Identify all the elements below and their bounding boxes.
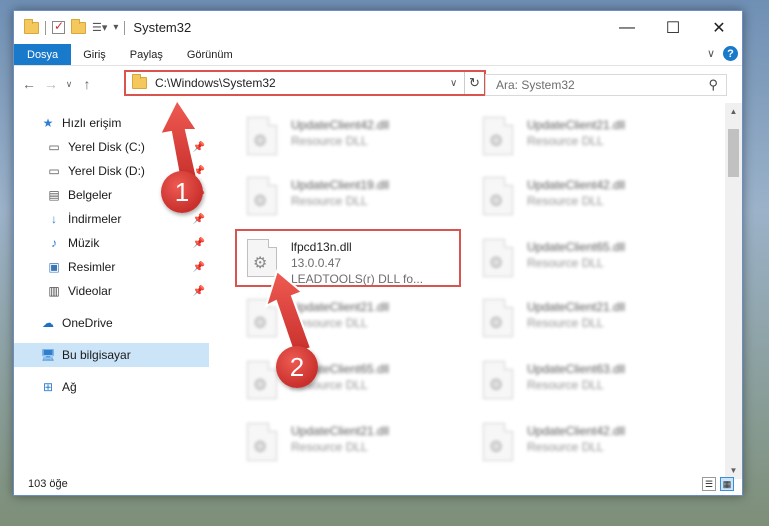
drive-icon: ▭ xyxy=(48,164,60,178)
address-dropdown-icon[interactable]: ∨ xyxy=(450,78,464,89)
search-input[interactable]: Ara: System32 ⚲ xyxy=(485,74,727,96)
list-item[interactable]: ⚙ UpdateClient63.dll Resource DLL xyxy=(475,353,701,411)
nav-music[interactable]: ♪ Müzik 📌 xyxy=(14,231,209,255)
main-body: ★ Hızlı erişim ▭ Yerel Disk (C:) 📌 ▭ Yer… xyxy=(14,103,742,479)
list-item[interactable]: ⚙ UpdateClient21.dll Resource DLL xyxy=(475,109,701,167)
status-bar: 103 öğe ☰ ▦ xyxy=(14,473,742,495)
nav-videos[interactable]: ▥ Videolar 📌 xyxy=(14,279,209,303)
item-count: 103 öğe xyxy=(28,478,68,490)
folder-icon xyxy=(132,74,147,89)
file-highlight-box xyxy=(235,229,461,287)
search-placeholder: Ara: System32 xyxy=(496,78,575,92)
quick-access-toolbar: ☰▾ ▾ xyxy=(14,18,126,35)
list-item[interactable]: ⚙ UpdateClient21.dll Resource DLL xyxy=(475,291,701,349)
list-item[interactable]: ⚙ UpdateClient65.dll Resource DLL xyxy=(239,353,465,411)
nav-onedrive[interactable]: ☁ OneDrive xyxy=(14,311,209,335)
nav-this-pc[interactable]: 🖥 Bu bilgisayar xyxy=(14,343,209,367)
nav-quick-access[interactable]: ★ Hızlı erişim xyxy=(14,111,209,135)
details-view-icon[interactable]: ☰ xyxy=(702,477,716,491)
list-item[interactable]: ⚙ UpdateClient21.dll Resource DLL xyxy=(239,291,465,349)
dll-file-icon: ⚙ xyxy=(489,133,504,150)
dll-file-icon: ⚙ xyxy=(489,193,504,210)
pin-icon[interactable]: 📌 xyxy=(193,238,205,249)
close-button[interactable]: ✕ xyxy=(696,11,742,44)
pin-icon[interactable]: 📌 xyxy=(193,286,205,297)
downloads-icon: ↓ xyxy=(51,212,57,226)
dll-file-icon: ⚙ xyxy=(253,315,268,332)
scroll-up-icon[interactable]: ▲ xyxy=(725,103,742,120)
list-item[interactable]: ⚙ UpdateClient42.dll Resource DLL xyxy=(475,169,701,227)
expand-ribbon-icon[interactable]: ∨ xyxy=(707,47,715,60)
step-2-badge: 2 xyxy=(276,346,318,388)
pin-icon[interactable]: 📌 xyxy=(193,142,205,153)
network-icon: ⊞ xyxy=(42,380,54,394)
list-item[interactable]: ⚙ UpdateClient21.dll Resource DLL xyxy=(239,415,465,473)
address-bar[interactable]: C:\Windows\System32 ∨ ↻ xyxy=(124,70,486,96)
tiles-view-icon[interactable]: ▦ xyxy=(720,477,734,491)
pictures-icon: ▣ xyxy=(48,260,60,274)
dll-file-icon: ⚙ xyxy=(489,255,504,272)
window-controls: — ☐ ✕ xyxy=(604,11,742,44)
dll-file-icon: ⚙ xyxy=(489,439,504,456)
title-bar: ☰▾ ▾ System32 — ☐ ✕ xyxy=(14,11,742,44)
back-icon[interactable]: ← xyxy=(18,76,40,92)
window-title: System32 xyxy=(133,20,192,35)
explorer-window: ☰▾ ▾ System32 — ☐ ✕ Dosya Giriş Paylaş G… xyxy=(13,10,743,496)
scroll-thumb[interactable] xyxy=(728,129,739,177)
list-item[interactable]: ⚙ UpdateClient42.dll Resource DLL xyxy=(475,415,701,473)
nav-local-disk-c[interactable]: ▭ Yerel Disk (C:) 📌 xyxy=(14,135,209,159)
dll-file-icon: ⚙ xyxy=(253,133,268,150)
help-icon[interactable]: ? xyxy=(723,46,738,61)
file-list: ⚙ UpdateClient42.dll Resource DLL ⚙ Updat… xyxy=(209,103,742,479)
maximize-button[interactable]: ☐ xyxy=(650,11,696,44)
pin-icon[interactable]: 📌 xyxy=(193,214,205,225)
list-item[interactable]: ⚙ UpdateClient19.dll Resource DLL xyxy=(239,169,465,227)
new-folder-icon[interactable] xyxy=(71,18,86,34)
drive-icon: ▭ xyxy=(48,140,60,154)
tab-share[interactable]: Paylaş xyxy=(118,44,175,65)
recent-locations-icon[interactable]: ∨ xyxy=(62,79,76,90)
search-icon[interactable]: ⚲ xyxy=(708,77,718,93)
up-icon[interactable]: ↑ xyxy=(76,76,98,92)
cloud-icon: ☁ xyxy=(42,316,54,330)
ribbon-tabs: Dosya Giriş Paylaş Görünüm ∨ ? xyxy=(14,44,742,66)
nav-pictures[interactable]: ▣ Resimler 📌 xyxy=(14,255,209,279)
navigation-pane: ★ Hızlı erişim ▭ Yerel Disk (C:) 📌 ▭ Yer… xyxy=(14,103,209,479)
address-row: ← → ∨ ↑ C:\Windows\System32 ∨ ↻ Ara: Sys… xyxy=(14,66,742,102)
dll-file-icon: ⚙ xyxy=(253,193,268,210)
music-icon: ♪ xyxy=(51,236,57,250)
vertical-scrollbar[interactable]: ▲ ▼ xyxy=(725,103,742,479)
qa-dropdown-icon[interactable]: ▾ xyxy=(113,22,118,33)
forward-icon[interactable]: → xyxy=(40,76,62,92)
star-icon: ★ xyxy=(42,116,54,130)
address-path[interactable]: C:\Windows\System32 xyxy=(155,76,450,90)
list-item[interactable]: ⚙ UpdateClient42.dll Resource DLL xyxy=(239,109,465,167)
nav-network[interactable]: ⊞ Ağ xyxy=(14,375,209,399)
documents-icon: ▤ xyxy=(48,188,60,202)
tab-home[interactable]: Giriş xyxy=(71,44,118,65)
step-1-badge: 1 xyxy=(161,171,203,213)
computer-icon: 🖥 xyxy=(40,348,56,362)
dll-file-icon: ⚙ xyxy=(489,315,504,332)
customize-qa-icon[interactable]: ☰▾ xyxy=(92,21,107,34)
minimize-button[interactable]: — xyxy=(604,11,650,44)
list-item[interactable]: ⚙ UpdateClient65.dll Resource DLL xyxy=(475,231,701,289)
tab-file[interactable]: Dosya xyxy=(14,44,72,65)
properties-icon[interactable] xyxy=(52,19,65,34)
folder-icon xyxy=(24,18,39,34)
refresh-icon[interactable]: ↻ xyxy=(464,72,484,94)
tab-view[interactable]: Görünüm xyxy=(175,44,245,65)
videos-icon: ▥ xyxy=(48,284,60,298)
dll-file-icon: ⚙ xyxy=(253,439,268,456)
dll-file-icon: ⚙ xyxy=(489,377,504,394)
pin-icon[interactable]: 📌 xyxy=(193,262,205,273)
dll-file-icon: ⚙ xyxy=(253,377,268,394)
